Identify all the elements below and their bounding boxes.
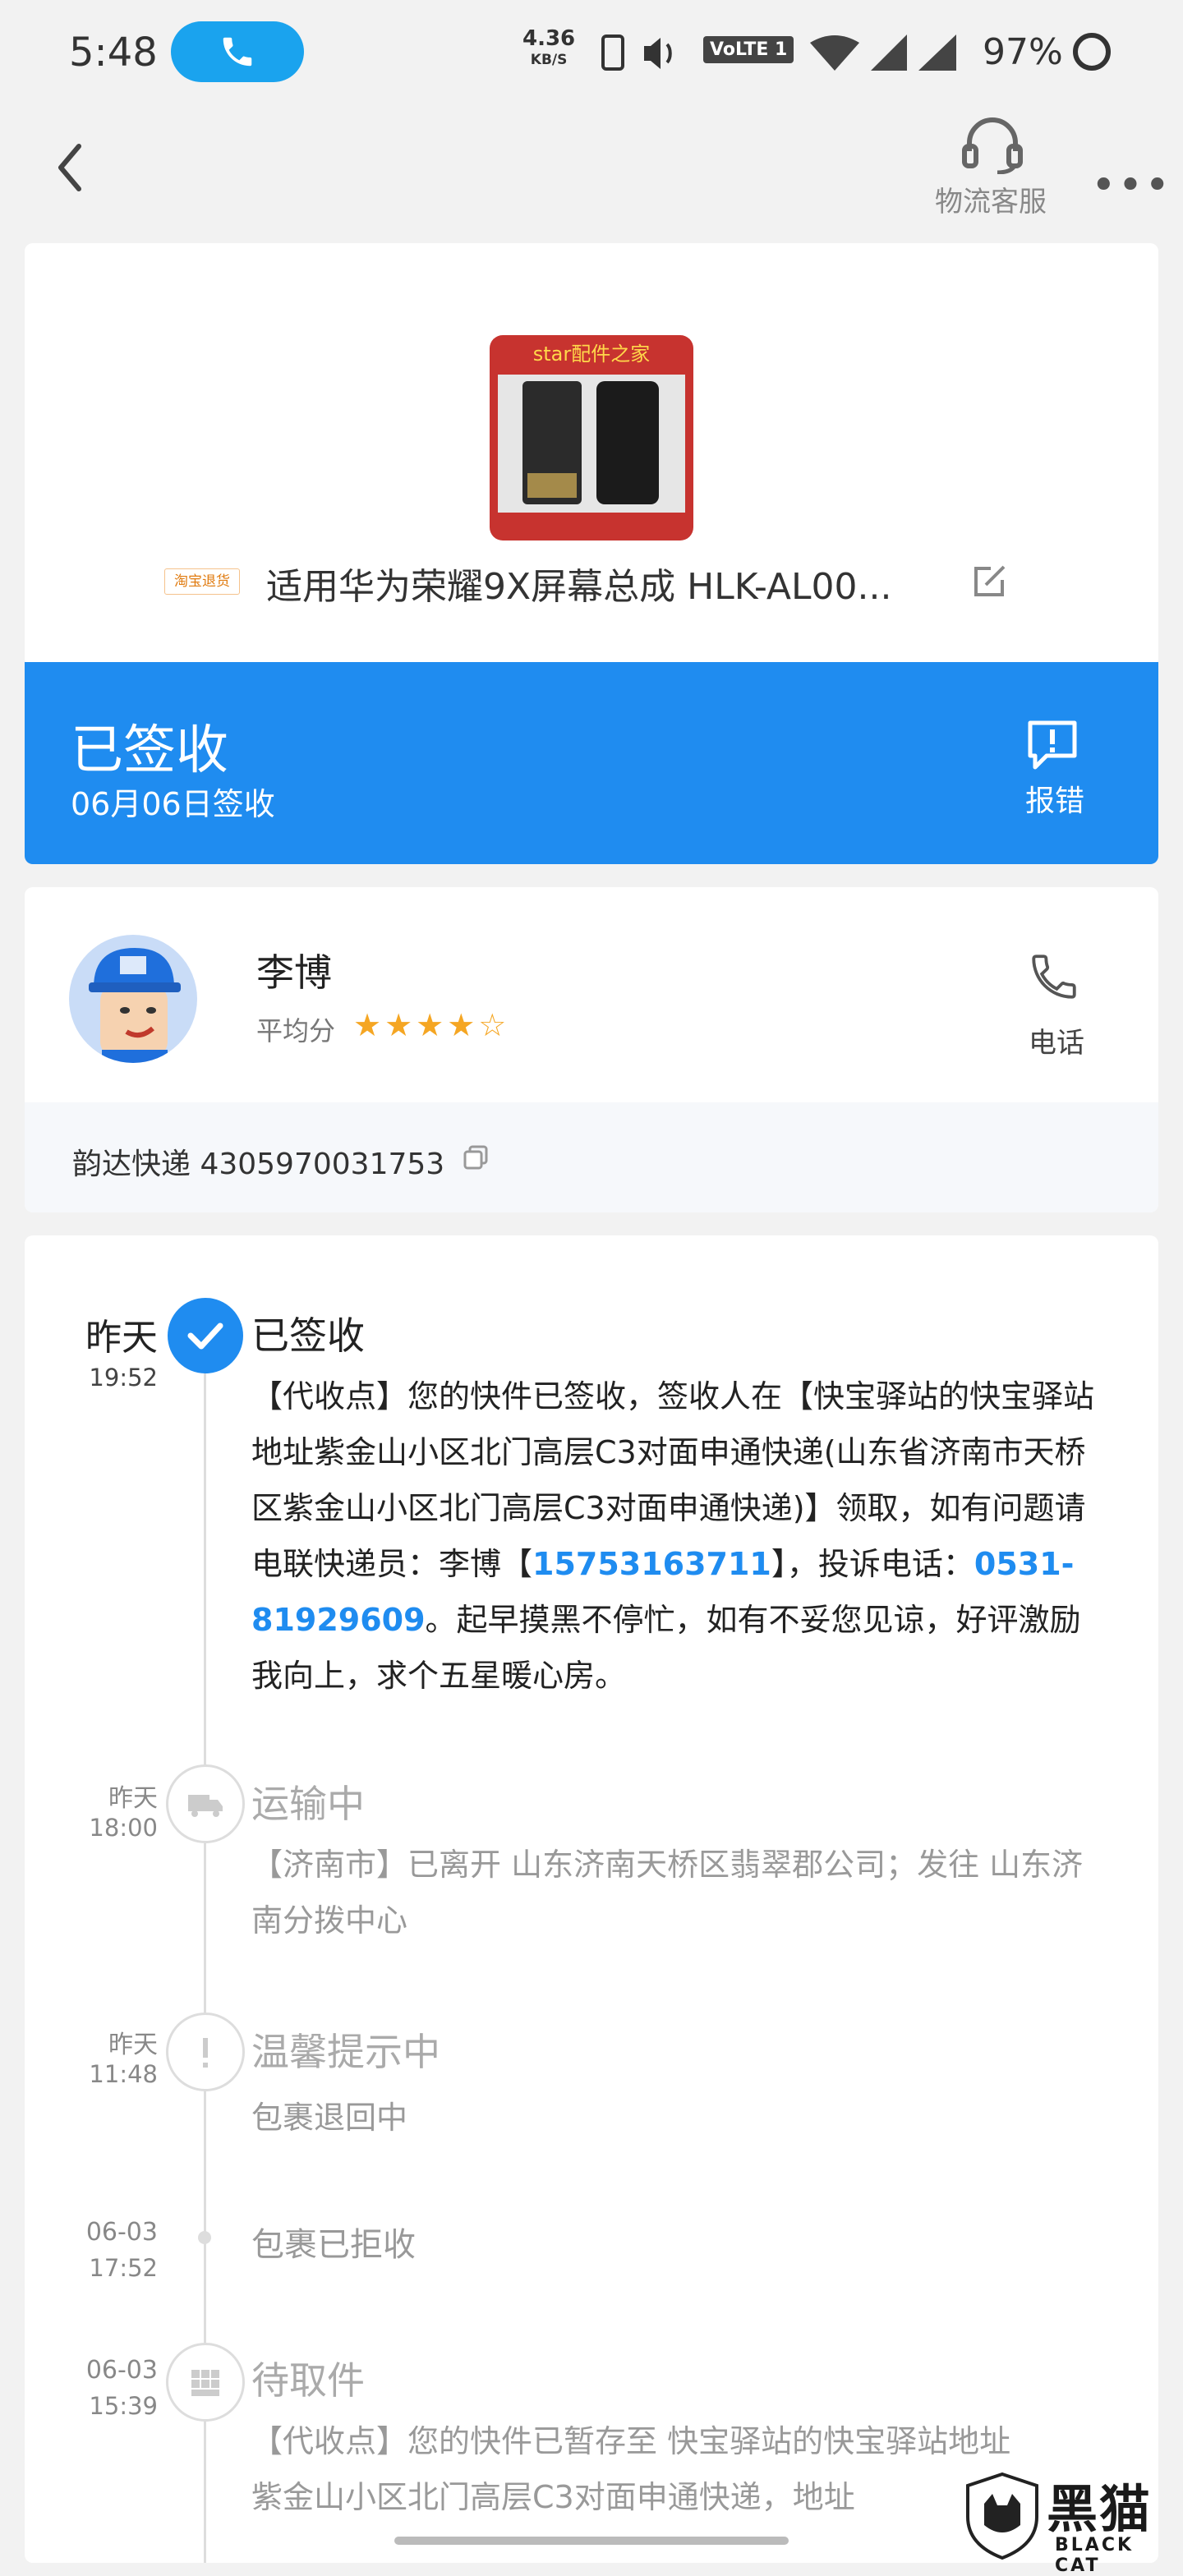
- event-description: 【代收点】您的快件已签收，签收人在【快宝驿站的快宝驿站地址紫金山小区北门高层C3…: [251, 1368, 1106, 1704]
- product-image: [498, 375, 685, 513]
- event-time: 15:39: [89, 2392, 158, 2420]
- edit-icon[interactable]: [971, 564, 1007, 600]
- delivery-status-date: 06月06日签收: [71, 786, 275, 822]
- event-node-small: [198, 2231, 211, 2244]
- phone-icon: [223, 37, 252, 67]
- event-time: 18:00: [89, 1814, 158, 1842]
- courier-phone-link[interactable]: 15753163711: [532, 1546, 771, 1582]
- courier-avatar: [69, 935, 197, 1063]
- battery-icon: [1073, 33, 1111, 71]
- courier-card: 李博 平均分 ★★★★☆ 电话 韵达快递 4305970031753: [25, 887, 1158, 1212]
- event-day: 昨天: [85, 1317, 158, 1359]
- event-time: 17:52: [89, 2254, 158, 2282]
- home-indicator[interactable]: [394, 2537, 789, 2545]
- product-title[interactable]: 适用华为荣耀9X屏幕总成 HLK-AL00...: [266, 557, 891, 610]
- event-node: [166, 1764, 245, 1843]
- courier-name: 李博: [256, 950, 332, 995]
- more-menu-button[interactable]: •••: [1091, 161, 1171, 210]
- tracking-number-row: 韵达快递 4305970031753: [25, 1102, 1158, 1212]
- event-description: 【济南市】已离开 山东济南天桥区翡翠郡公司；发往 山东济南分拨中心: [251, 1847, 1084, 1939]
- delivery-status-title: 已签收: [71, 720, 228, 781]
- courier-avatar-image: [89, 948, 181, 1063]
- network-speed: 4.36 KB/S: [522, 28, 575, 71]
- event-day: 昨天: [108, 2031, 158, 2059]
- check-icon: [187, 1322, 223, 1350]
- event-node: [166, 2012, 245, 2091]
- network-speed-unit: KB/S: [530, 52, 568, 68]
- event-day: 昨天: [108, 1784, 158, 1813]
- event-title: 已签收: [251, 1313, 365, 1358]
- event-day: 06-03: [85, 2218, 158, 2247]
- phone-icon[interactable]: [1027, 950, 1081, 1004]
- cat-shield-icon: [966, 2472, 1038, 2560]
- event-description-text: 】，投诉电话：: [771, 1546, 974, 1582]
- watermark-title: 黑猫: [1047, 2479, 1153, 2539]
- call-courier-label[interactable]: 电话: [1029, 1020, 1084, 1060]
- copy-icon[interactable]: [462, 1143, 490, 1171]
- event-description: 包裹退回中: [251, 2100, 408, 2136]
- event-time: 11:48: [89, 2060, 158, 2088]
- event-description: 【代收点】您的快件已暂存至 快宝驿站的快宝驿站地址紫金山小区北门高层C3对面申通…: [251, 2423, 1011, 2515]
- watermark-subtitle: BLACK CAT: [1055, 2535, 1135, 2576]
- event-title: 待取件: [251, 2358, 365, 2403]
- volte-badge: VoLTE 1: [703, 36, 794, 63]
- report-error-label[interactable]: 报错: [1025, 777, 1084, 820]
- report-error-icon[interactable]: [1025, 718, 1079, 772]
- product-thumbnail[interactable]: star配件之家: [490, 335, 693, 540]
- truck-icon: [188, 1795, 223, 1817]
- status-bar: 5:48 4.36 KB/S VoLTE 1 97%: [0, 0, 1183, 107]
- ongoing-call-pill[interactable]: [171, 21, 304, 82]
- return-tag: 淘宝退货: [164, 568, 240, 595]
- event-title: 运输中: [251, 1782, 365, 1826]
- back-icon[interactable]: [54, 141, 87, 194]
- event-time: 19:52: [89, 1364, 158, 1392]
- event-node: [166, 2343, 245, 2422]
- network-speed-value: 4.36: [522, 26, 576, 51]
- event-title: 温馨提示中: [251, 2030, 440, 2074]
- average-rating-label: 平均分: [256, 1015, 336, 1046]
- sim-volume-icons: [601, 34, 672, 71]
- headset-icon[interactable]: [961, 115, 1024, 174]
- battery-percent: 97%: [983, 31, 1063, 73]
- package-grid-icon: [191, 2370, 219, 2396]
- wifi-signal-icon: [810, 34, 956, 71]
- customer-service-label[interactable]: 物流客服: [935, 179, 1047, 219]
- event-title: 包裹已拒收: [251, 2226, 416, 2264]
- watermark-logo: 黑猫 BLACK CAT: [960, 2464, 1183, 2576]
- phone-screen-image: [522, 381, 659, 504]
- event-day: 06-03: [85, 2356, 158, 2385]
- status-time: 5:48: [69, 30, 158, 76]
- shop-badge: star配件之家: [532, 343, 651, 366]
- event-node-active: [168, 1298, 243, 1373]
- delivery-status-banner: 已签收 06月06日签收 报错: [25, 662, 1158, 864]
- tracking-number: 韵达快递 4305970031753: [72, 1148, 445, 1181]
- exclamation-icon: [203, 2038, 208, 2068]
- rating-stars: ★★★★☆: [353, 1007, 510, 1043]
